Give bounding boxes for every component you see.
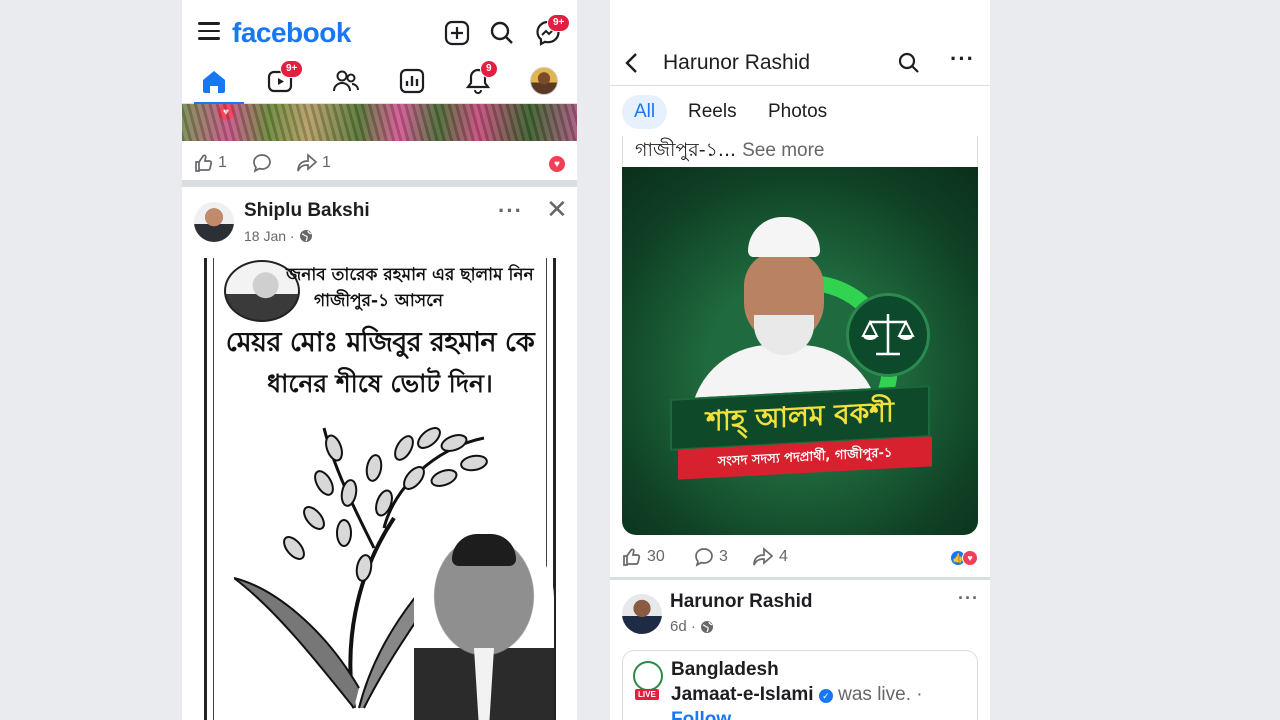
more-options-icon[interactable]: ··· (958, 588, 979, 609)
poster-line-4: ধানের শীষে ভোট দিন। (267, 369, 493, 398)
previous-post-image[interactable]: ♥ (182, 104, 577, 141)
filter-tabs: All Reels Photos (610, 86, 990, 136)
post-actions: 30 3 4 👍 ♥ (610, 540, 990, 580)
post-author[interactable]: Shiplu Bakshi (244, 200, 370, 222)
candidate-name: শাহ্ আলম বকশী (706, 394, 894, 438)
right-phone-screen: Harunor Rashid ··· All Reels Photos গাজী… (610, 0, 990, 720)
nav-video[interactable]: 9+ (264, 60, 304, 96)
author-avatar[interactable] (194, 202, 234, 242)
nav-friends[interactable] (330, 66, 362, 96)
like-icon (623, 548, 641, 566)
comment-count: 3 (719, 548, 728, 565)
share-count: 1 (322, 154, 331, 171)
post-meta: 18 Jan · (244, 228, 313, 244)
post-header: Shiplu Bakshi 18 Jan · ··· ✕ (182, 188, 577, 254)
left-phone-screen: facebook 9+ 9+ 9 ♥ 1 1 ♥ Shiplu Bakshi 1… (182, 0, 577, 720)
nav-notifications[interactable]: 9 (462, 60, 498, 96)
poster-line-3: মেয়র মোঃ মজিবুর রহমান কে (225, 327, 535, 358)
author-avatar[interactable] (622, 594, 662, 634)
tab-reels[interactable]: Reels (676, 95, 749, 129)
comment-icon (695, 548, 713, 567)
shared-page-name-line1[interactable]: Bangladesh (671, 659, 779, 680)
nav-home[interactable] (198, 66, 230, 96)
share-icon (297, 153, 318, 172)
top-bar: facebook 9+ 9+ 9 (182, 0, 577, 105)
post-time[interactable]: 6d · (670, 618, 696, 635)
profile-avatar[interactable] (530, 67, 558, 95)
search-icon[interactable] (489, 20, 517, 48)
notification-badge: 9 (480, 60, 498, 78)
nav-profile[interactable] (528, 66, 560, 96)
love-reaction-icon: ♥ (962, 550, 978, 566)
messenger-badge: 9+ (547, 14, 571, 32)
menu-icon[interactable] (198, 22, 220, 42)
video-badge: 9+ (280, 60, 304, 78)
poster-line-2: গাজীপুর-১ আসনে (314, 291, 444, 311)
main-nav: 9+ 9 (182, 60, 577, 105)
comment-button[interactable] (252, 153, 272, 173)
see-more-link[interactable]: See more (742, 140, 824, 161)
like-button[interactable]: 1 (194, 153, 227, 173)
tab-all[interactable]: All (622, 95, 668, 129)
candidate-subtitle: সংসদ সদস্য পদপ্রার্থী, গাজীপুর-১ (717, 444, 893, 470)
was-live-text: was live. · (838, 684, 923, 705)
tab-photos[interactable]: Photos (756, 95, 839, 129)
post-caption: গাজীপুর-১... (635, 139, 737, 161)
create-icon[interactable] (444, 20, 472, 48)
post-date[interactable]: 18 Jan · (244, 228, 295, 244)
close-icon[interactable]: ✕ (546, 194, 569, 225)
shared-page-name-line2[interactable]: Jamaat-e-Islami (671, 684, 814, 705)
previous-post-actions: 1 1 ♥ (182, 141, 577, 187)
campaign-poster[interactable]: জনাব তারেক রহমান এর ছালাম নিন গাজীপুর-১ … (204, 258, 556, 720)
reaction-summary[interactable]: 👍 ♥ (950, 550, 978, 566)
second-post: Harunor Rashid 6d · ··· LIVE Bangladesh … (610, 582, 990, 720)
post-meta: 6d · (670, 618, 714, 635)
more-options-icon[interactable]: ··· (950, 46, 975, 72)
share-icon (753, 547, 774, 566)
follow-button[interactable]: Follow (671, 709, 731, 720)
search-icon[interactable] (898, 52, 920, 79)
globe-icon (700, 620, 713, 633)
page-logo[interactable] (633, 661, 663, 691)
share-count: 4 (779, 548, 788, 565)
campaign-image[interactable]: শাহ্ আলম বকশী সংসদ সদস্য পদপ্রার্থী, গাজ… (622, 167, 978, 535)
more-options-icon[interactable]: ··· (498, 198, 523, 224)
verified-badge-icon: ✓ (818, 689, 833, 703)
home-icon (203, 71, 225, 93)
like-count: 30 (647, 548, 665, 565)
post-author[interactable]: Harunor Rashid (670, 591, 813, 613)
friends-icon (333, 70, 359, 92)
comment-button[interactable]: 3 (694, 547, 728, 567)
back-arrow-icon[interactable] (624, 52, 638, 79)
poster-line-1: জনাব তারেক রহমান এর ছালাম নিন (286, 265, 534, 285)
share-button[interactable]: 1 (296, 153, 331, 173)
candidate-portrait (414, 528, 554, 720)
globe-icon (299, 230, 312, 242)
like-button[interactable]: 30 (622, 547, 665, 567)
comment-icon (253, 154, 271, 173)
love-reaction-icon: ♥ (549, 156, 565, 172)
heart-react-icon: ♥ (218, 104, 234, 120)
scale-symbol-icon (846, 293, 930, 377)
facebook-logo[interactable]: facebook (232, 17, 351, 49)
like-icon (195, 154, 213, 172)
live-tag: LIVE (635, 689, 659, 700)
chart-icon (399, 68, 425, 94)
nav-dashboard[interactable] (396, 66, 428, 96)
post-caption-box: গাজীপুর-১... See more (622, 136, 978, 166)
shared-live-card[interactable]: LIVE Bangladesh Jamaat-e-Islami ✓ was li… (622, 650, 978, 720)
profile-header: Harunor Rashid ··· (610, 38, 990, 86)
share-button[interactable]: 4 (752, 547, 788, 567)
profile-title: Harunor Rashid (663, 51, 811, 74)
like-count: 1 (218, 154, 227, 171)
messenger-icon[interactable]: 9+ (535, 14, 571, 48)
